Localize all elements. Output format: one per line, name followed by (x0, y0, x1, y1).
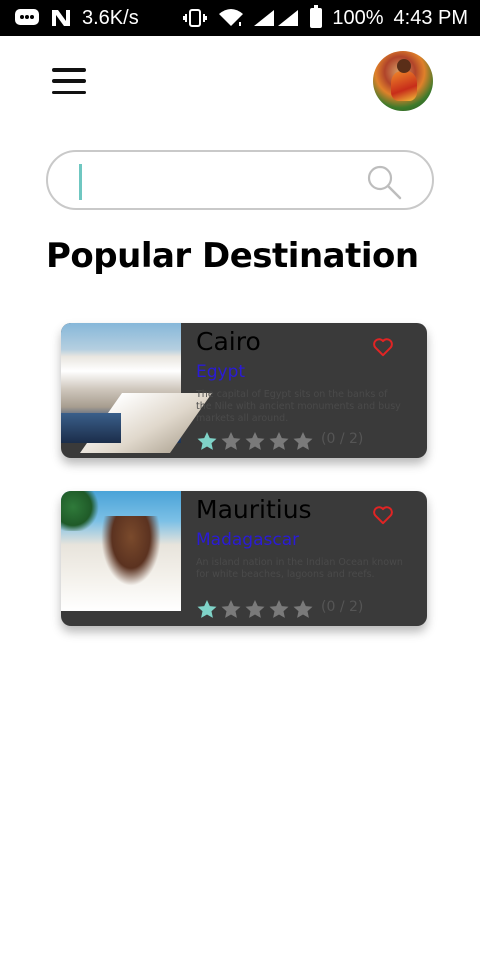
text-caret (79, 164, 82, 200)
star-empty-icon[interactable] (268, 598, 290, 620)
status-bar: 3.6K/s 100% 4:43 PM (0, 0, 480, 36)
destination-name: Mauritius (196, 495, 312, 524)
status-right: 100% 4:43 PM (182, 5, 468, 30)
status-left: 3.6K/s (14, 7, 139, 30)
clock: 4:43 PM (393, 6, 468, 29)
vibrate-icon (182, 8, 208, 28)
rating-stars[interactable] (196, 430, 314, 452)
destination-image (61, 323, 181, 443)
star-filled-icon[interactable] (196, 430, 218, 452)
star-empty-icon[interactable] (244, 430, 266, 452)
battery-icon (310, 5, 323, 28)
search-input[interactable] (78, 163, 358, 197)
page-title: Popular Destination (46, 236, 419, 276)
destination-image (61, 491, 181, 611)
destination-country: Egypt (196, 362, 246, 382)
star-filled-icon[interactable] (196, 598, 218, 620)
wifi-icon (218, 8, 244, 28)
battery-percent: 100% (332, 6, 384, 29)
network-speed: 3.6K/s (82, 6, 139, 29)
user-avatar[interactable] (373, 51, 433, 111)
rating-count: (0 / 2) (321, 431, 364, 447)
destination-name: Cairo (196, 327, 261, 356)
destination-card[interactable]: Cairo Egypt The capital of Egypt sits on… (61, 323, 427, 458)
star-empty-icon[interactable] (244, 598, 266, 620)
star-empty-icon[interactable] (220, 598, 242, 620)
rating-stars[interactable] (196, 598, 314, 620)
heart-icon[interactable] (372, 337, 394, 357)
message-icon (14, 8, 40, 28)
signal-icon (254, 8, 300, 28)
star-empty-icon[interactable] (292, 430, 314, 452)
star-empty-icon[interactable] (268, 430, 290, 452)
star-empty-icon[interactable] (220, 430, 242, 452)
destination-card[interactable]: Mauritius Madagascar An island nation in… (61, 491, 427, 626)
destination-description: The capital of Egypt sits on the banks o… (196, 389, 401, 424)
star-empty-icon[interactable] (292, 598, 314, 620)
destination-description: An island nation in the Indian Ocean kno… (196, 557, 403, 580)
heart-icon[interactable] (372, 505, 394, 525)
search-icon[interactable] (366, 164, 402, 200)
destination-country: Madagascar (196, 530, 300, 550)
hamburger-menu-icon[interactable] (52, 68, 86, 94)
rating-count: (0 / 2) (321, 599, 364, 615)
n-icon (50, 8, 72, 28)
